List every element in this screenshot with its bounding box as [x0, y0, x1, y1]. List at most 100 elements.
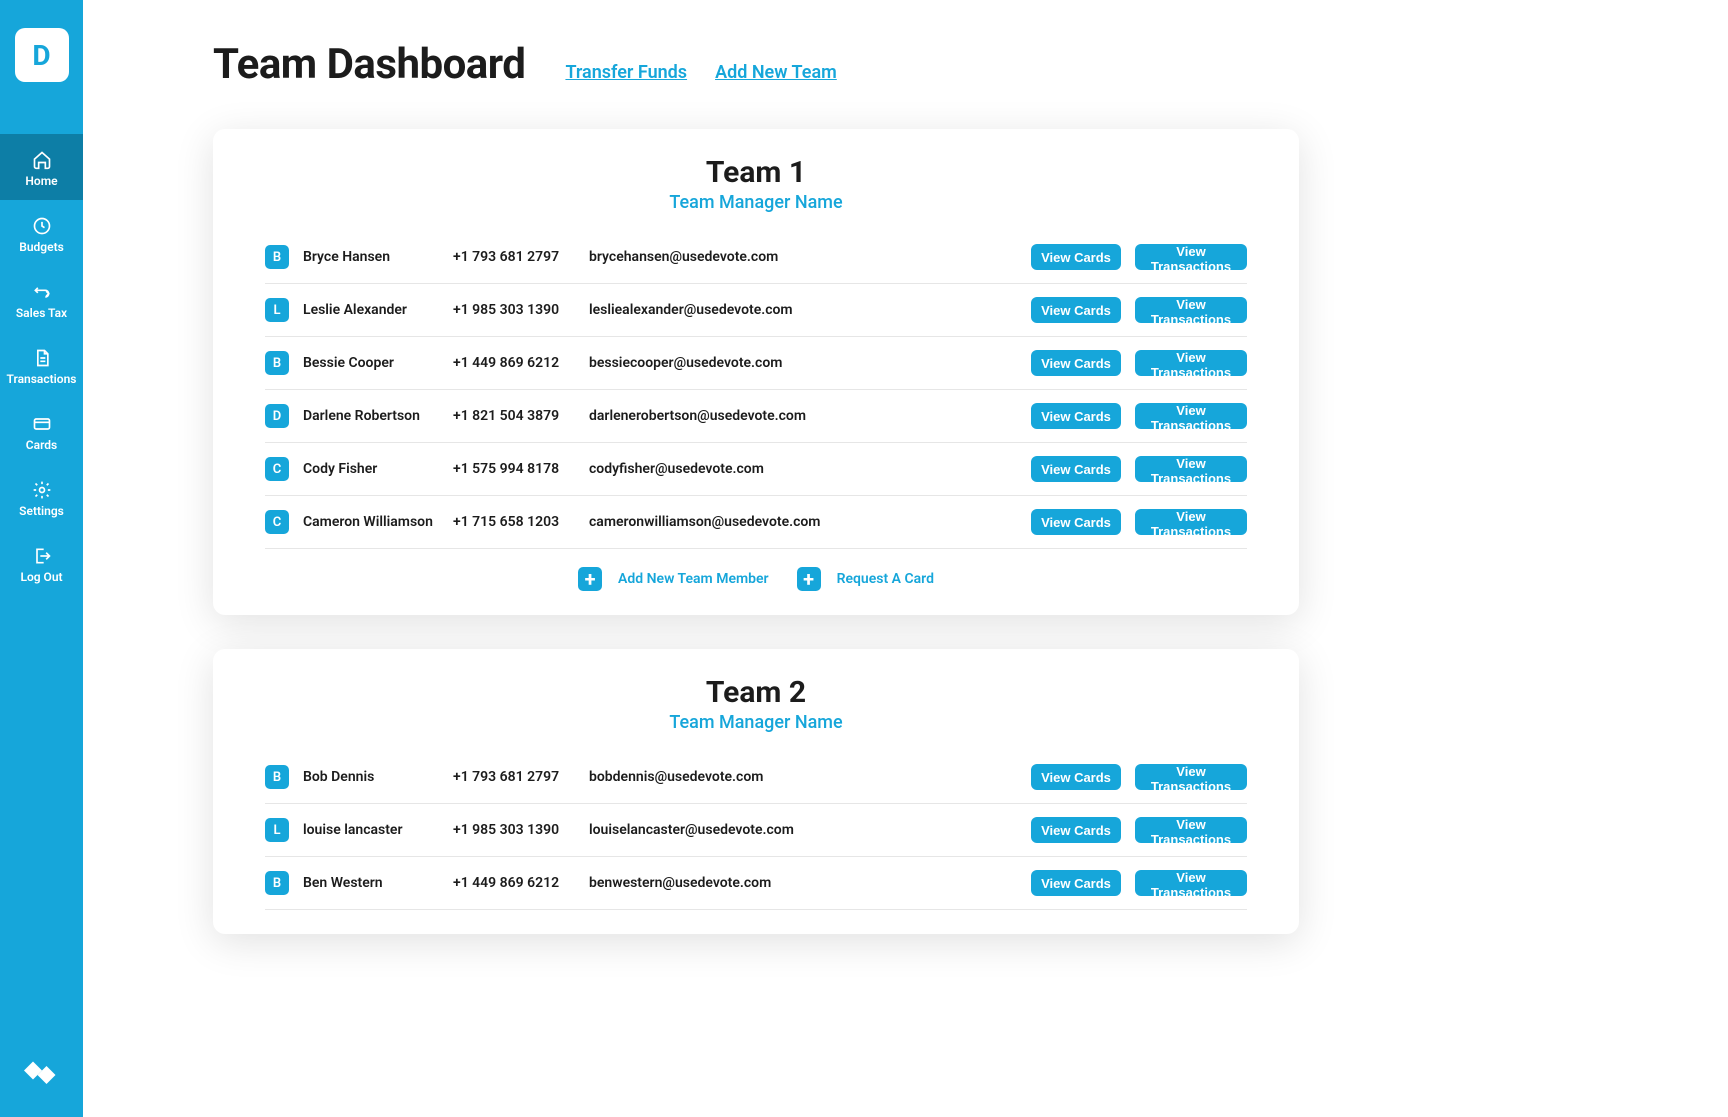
member-row: Llouise lancaster+1 985 303 1390louisela… [265, 804, 1247, 857]
view-cards-button[interactable]: View Cards [1031, 403, 1121, 429]
sidebar-item-cards[interactable]: Cards [0, 398, 83, 464]
avatar: C [265, 510, 289, 534]
document-icon [32, 348, 52, 368]
avatar: B [265, 765, 289, 789]
sidebar-item-budgets[interactable]: Budgets [0, 200, 83, 266]
view-cards-button[interactable]: View Cards [1031, 817, 1121, 843]
member-actions: View Cards View Transactions [1031, 403, 1247, 429]
transfer-funds-link[interactable]: Transfer Funds [565, 62, 687, 83]
add-team-member-label: Add New Team Member [618, 571, 769, 587]
member-actions: View Cards View Transactions [1031, 350, 1247, 376]
team-footer: + Add New Team Member +Request A Card [265, 549, 1247, 591]
member-row: L Leslie Alexander+1 985 303 1390leslieal… [265, 284, 1247, 337]
member-email: brycehansen@usedevote.com [589, 249, 1031, 265]
view-transactions-button[interactable]: View Transactions [1135, 456, 1247, 482]
member-name: Darlene Robertson [303, 408, 453, 424]
member-phone: +1 985 303 1390 [453, 822, 589, 838]
view-cards-button[interactable]: View Cards [1031, 456, 1121, 482]
member-actions: View Cards View Transactions [1031, 509, 1247, 535]
view-cards-button[interactable]: View Cards [1031, 350, 1121, 376]
sidebar-item-log-out[interactable]: Log Out [0, 530, 83, 596]
main-content: Team Dashboard Transfer Funds Add New Te… [83, 0, 1363, 1117]
view-cards-button[interactable]: View Cards [1031, 764, 1121, 790]
plus-icon: + [578, 567, 602, 591]
sidebar-item-label: Settings [19, 504, 64, 518]
view-transactions-button[interactable]: View Transactions [1135, 244, 1247, 270]
sidebar-item-transactions[interactable]: Transactions [0, 332, 83, 398]
member-actions: View Cards View Transactions [1031, 817, 1247, 843]
page-title: Team Dashboard [213, 40, 525, 89]
sidebar-item-label: Sales Tax [16, 306, 67, 320]
view-cards-button[interactable]: View Cards [1031, 297, 1121, 323]
member-phone: +1 575 994 8178 [453, 461, 589, 477]
plus-icon: + [797, 567, 821, 591]
avatar: B [265, 351, 289, 375]
member-row: B Bob Dennis+1 793 681 2797bobdennis@used… [265, 751, 1247, 804]
avatar: L [265, 298, 289, 322]
team-manager-name: Team Manager Name [265, 192, 1247, 213]
add-new-team-link[interactable]: Add New Team [715, 62, 837, 83]
member-row: C Cody Fisher+1 575 994 8178codyfisher@us… [265, 443, 1247, 496]
member-email: lesliealexander@usedevote.com [589, 302, 1031, 318]
avatar: L [265, 818, 289, 842]
view-transactions-button[interactable]: View Transactions [1135, 817, 1247, 843]
member-phone: +1 715 658 1203 [453, 514, 589, 530]
member-phone: +1 821 504 3879 [453, 408, 589, 424]
member-name: Bob Dennis [303, 769, 453, 785]
avatar: B [265, 871, 289, 895]
member-name: Bessie Cooper [303, 355, 453, 371]
team-card: Team 2Team Manager NameBBob Dennis+1 793… [213, 649, 1299, 934]
view-transactions-button[interactable]: View Transactions [1135, 350, 1247, 376]
add-team-member-button[interactable]: + Add New Team Member [578, 567, 769, 591]
member-actions: View Cards View Transactions [1031, 456, 1247, 482]
member-email: bobdennis@usedevote.com [589, 769, 1031, 785]
view-transactions-button[interactable]: View Transactions [1135, 870, 1247, 896]
app-logo[interactable]: D [15, 28, 69, 82]
view-transactions-button[interactable]: View Transactions [1135, 764, 1247, 790]
view-cards-button[interactable]: View Cards [1031, 244, 1121, 270]
team-title: Team 1 [265, 155, 1247, 190]
team-card: Team 1Team Manager NameBBryce Hansen+1 7… [213, 129, 1299, 615]
team-title: Team 2 [265, 675, 1247, 710]
member-name: Leslie Alexander [303, 302, 453, 318]
member-actions: View Cards View Transactions [1031, 244, 1247, 270]
view-cards-button[interactable]: View Cards [1031, 870, 1121, 896]
sidebar-item-home[interactable]: Home [0, 134, 83, 200]
view-transactions-button[interactable]: View Transactions [1135, 297, 1247, 323]
member-row: C Cameron Williamson+1 715 658 1203camero… [265, 496, 1247, 549]
member-name: Cody Fisher [303, 461, 453, 477]
sidebar-item-sales-tax[interactable]: Sales Tax [0, 266, 83, 332]
member-row: BBessie Cooper+1 449 869 6212bessiecoope… [265, 337, 1247, 390]
card-icon [32, 414, 52, 434]
avatar: C [265, 457, 289, 481]
member-phone: +1 793 681 2797 [453, 769, 589, 785]
member-name: Bryce Hansen [303, 249, 453, 265]
gear-icon [32, 480, 52, 500]
member-phone: +1 449 869 6212 [453, 355, 589, 371]
member-row: DDarlene Robertson+1 821 504 3879darlene… [265, 390, 1247, 443]
page-header-links: Transfer Funds Add New Team [565, 62, 836, 83]
member-phone: +1 985 303 1390 [453, 302, 589, 318]
diamond-icon [24, 1061, 60, 1089]
member-name: louise lancaster [303, 822, 453, 838]
view-transactions-button[interactable]: View Transactions [1135, 509, 1247, 535]
member-email: benwestern@usedevote.com [589, 875, 1031, 891]
member-name: Cameron Williamson [303, 514, 453, 530]
member-email: cameronwilliamson@usedevote.com [589, 514, 1031, 530]
avatar: D [265, 404, 289, 428]
member-row: BBryce Hansen+1 793 681 2797brycehansen@… [265, 231, 1247, 284]
member-actions: View Cards View Transactions [1031, 870, 1247, 896]
member-name: Ben Western [303, 875, 453, 891]
sidebar-item-settings[interactable]: Settings [0, 464, 83, 530]
member-phone: +1 449 869 6212 [453, 875, 589, 891]
member-row: B Ben Western+1 449 869 6212benwestern@us… [265, 857, 1247, 910]
member-phone: +1 793 681 2797 [453, 249, 589, 265]
view-cards-button[interactable]: View Cards [1031, 509, 1121, 535]
sidebar-item-label: Transactions [7, 372, 77, 386]
member-email: codyfisher@usedevote.com [589, 461, 1031, 477]
view-transactions-button[interactable]: View Transactions [1135, 403, 1247, 429]
request-card-button[interactable]: +Request A Card [797, 567, 934, 591]
home-icon [32, 150, 52, 170]
member-actions: View Cards View Transactions [1031, 764, 1247, 790]
clock-icon [32, 216, 52, 236]
